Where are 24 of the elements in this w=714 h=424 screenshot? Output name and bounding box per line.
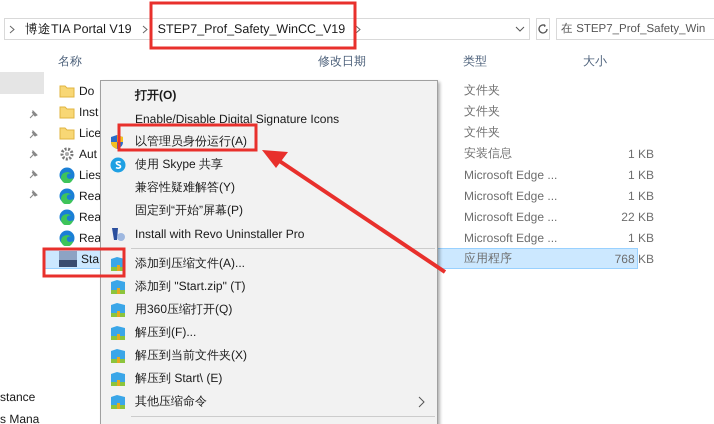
file-name: Rea <box>79 230 102 244</box>
file-name: Lice <box>79 126 102 140</box>
file-size: 1 KB <box>626 146 654 160</box>
file-name: Lies <box>79 168 102 182</box>
file-name: Sta <box>81 252 100 266</box>
file-type: Microsoft Edge ... <box>464 210 558 224</box>
file-type: 安装信息 <box>464 145 513 162</box>
file-name: Rea <box>79 188 102 202</box>
file-size: 1 KB <box>626 168 654 182</box>
file-type: 文件夹 <box>464 82 501 99</box>
file-size: 768 KB <box>614 252 654 266</box>
file-type: Microsoft Edge ... <box>464 230 558 244</box>
file-type: Microsoft Edge ... <box>464 168 558 182</box>
file-name: Rea <box>79 210 102 224</box>
file-size: 22 KB <box>620 210 654 224</box>
file-name: Aut <box>79 146 98 160</box>
file-type: 文件夹 <box>464 103 501 120</box>
file-name: Inst <box>79 104 98 118</box>
file-name: Do <box>79 84 94 98</box>
file-size: 1 KB <box>626 230 654 244</box>
file-type: Microsoft Edge ... <box>464 188 558 202</box>
file-type: 应用程序 <box>464 250 513 267</box>
file-size: 1 KB <box>626 188 654 202</box>
file-type: 文件夹 <box>464 124 501 141</box>
